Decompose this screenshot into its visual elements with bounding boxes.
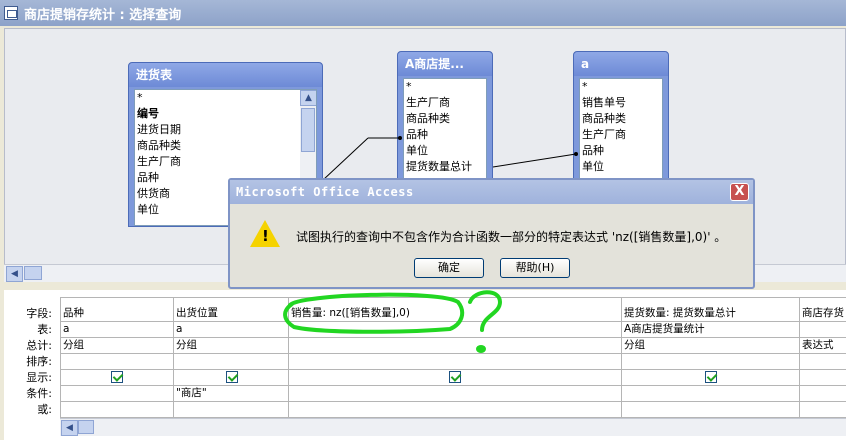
question-mark-dot xyxy=(476,345,486,353)
annotation-highlight xyxy=(283,290,503,353)
scroll-thumb[interactable] xyxy=(78,420,94,434)
annotation-circle xyxy=(283,292,465,334)
grid-hscrollbar[interactable]: ◀ xyxy=(60,418,846,436)
question-mark-icon xyxy=(468,290,503,332)
scroll-left-icon[interactable]: ◀ xyxy=(61,420,78,436)
query-design-window: 商店提销存统计 : 选择查询 进货表 * 编号 进货日期 商品种类 生产厂商 品… xyxy=(0,0,846,440)
